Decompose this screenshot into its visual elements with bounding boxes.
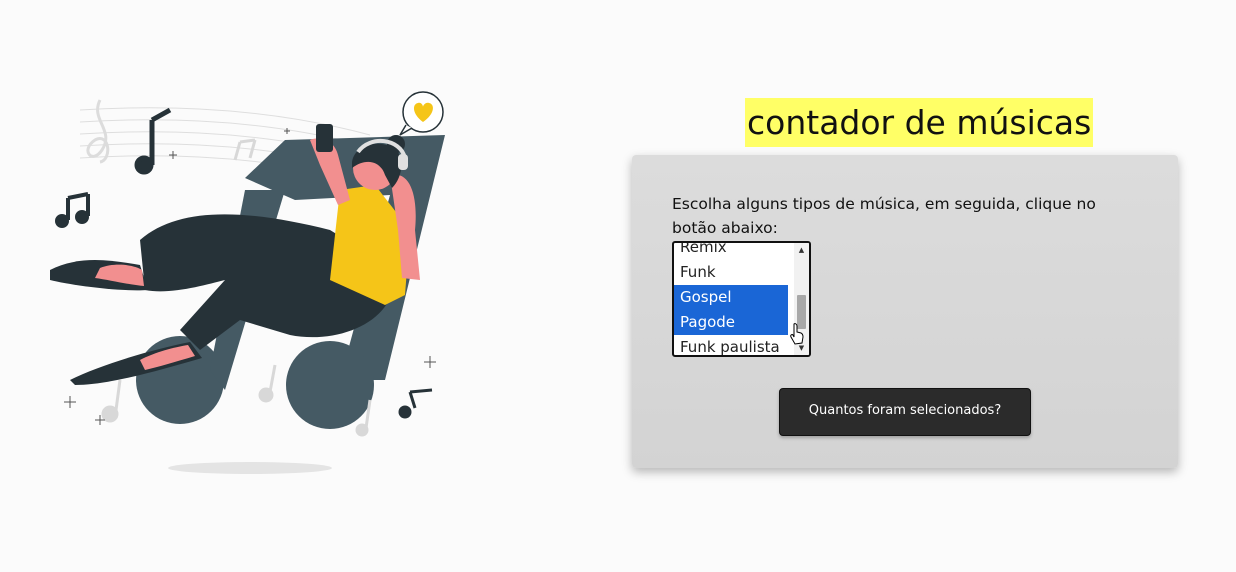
listbox-options: Remix Funk Gospel Pagode Funk paulista (674, 243, 788, 355)
music-illustration (50, 91, 445, 474)
music-note-icon (55, 192, 90, 228)
music-note-icon (398, 388, 433, 419)
page-title: contador de músicas (745, 98, 1094, 147)
form-card: Escolha alguns tipos de música, em segui… (632, 155, 1178, 468)
illustration-shadow (168, 462, 332, 474)
scroll-up-arrow-icon[interactable]: ▲ (794, 244, 809, 256)
cursor-pointer-icon (790, 323, 804, 345)
heart-icon (399, 91, 444, 136)
phone-icon (316, 124, 333, 152)
instructions-text: Escolha alguns tipos de música, em segui… (672, 195, 1096, 237)
music-genre-listbox[interactable]: Remix Funk Gospel Pagode Funk paulista ▲… (672, 241, 811, 357)
list-option-selected[interactable]: Gospel (674, 285, 788, 310)
list-option[interactable]: Funk paulista (674, 335, 788, 355)
list-option-selected[interactable]: Pagode (674, 310, 788, 335)
list-option[interactable]: Funk (674, 260, 788, 285)
list-option[interactable]: Remix (674, 243, 788, 260)
count-selected-button[interactable]: Quantos foram selecionados? (779, 388, 1031, 436)
music-note-icon (134, 107, 172, 175)
